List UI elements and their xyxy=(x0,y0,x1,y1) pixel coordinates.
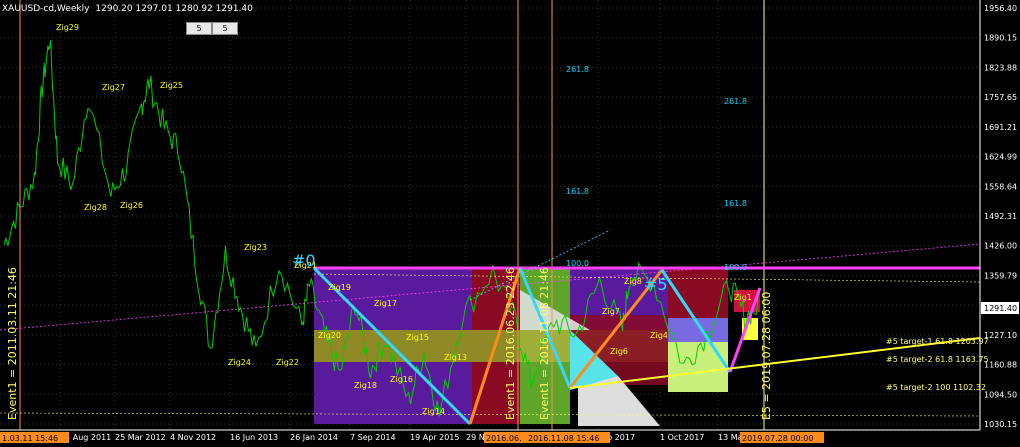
toolbar-button-2[interactable]: 5 xyxy=(212,22,238,35)
ohlc-values: 1290.20 1297.01 1280.92 1291.40 xyxy=(95,4,253,14)
zig-label: Zig18 xyxy=(354,381,377,390)
event-label-1: Event1 = 2011.03.11 21:46 xyxy=(6,267,19,420)
zig-label: Zig7 xyxy=(602,307,620,316)
target-label: #5 target-1 61.8 1203.97 xyxy=(886,337,989,346)
y-axis: 1956.40 1890.15 1823.88 1757.65 1691.21 1624.… xyxy=(984,4,1017,429)
zig-label: Zig24 xyxy=(228,358,251,367)
x-tick-label: 4 Nov 2012 xyxy=(170,433,216,442)
y-tick-label: 1757.65 xyxy=(984,93,1017,102)
fib-label: 261.8 xyxy=(566,65,589,74)
y-tick-label: 1359.79 xyxy=(984,271,1017,280)
x-tick-label: 7 Sep 2014 xyxy=(350,433,396,442)
zig-label: Zig16 xyxy=(390,375,413,384)
zig-label: Zig19 xyxy=(328,283,351,292)
y-tick-label: 1956.40 xyxy=(984,4,1017,13)
y-tick-label: 1030.15 xyxy=(984,420,1017,429)
event-label-2: Event1 = 2016.06.23 22:46 xyxy=(504,267,517,420)
event-label-4: E5 = 2019.07.28 06:00 xyxy=(760,292,773,420)
y-tick-label: 1227.10 xyxy=(984,331,1017,340)
x-tick-label: 25 Mar 2012 xyxy=(115,433,166,442)
x-highlight-label: 2019.07.28 00:00 xyxy=(742,434,813,443)
fib-label: 161.8 xyxy=(566,187,589,196)
pattern-label-5: #5 xyxy=(644,275,668,294)
y-tick-label: 1691.21 xyxy=(984,123,1017,132)
zig-label: Zig28 xyxy=(84,203,107,212)
y-tick-label: 1160.88 xyxy=(984,361,1017,370)
zig-label: Zig1 xyxy=(734,293,752,302)
x-axis: 14 Aug 2011 25 Mar 2012 4 Nov 2012 16 Jun 2… xyxy=(0,432,824,443)
x-tick-label: 1 Oct 2017 xyxy=(660,433,704,442)
x-tick-label: 19 Apr 2015 xyxy=(410,433,459,442)
fib-label: 161.8 xyxy=(724,199,747,208)
zig-label: Zig13 xyxy=(444,353,467,362)
zig-label: Zig8 xyxy=(624,277,642,286)
zig-label: Zig25 xyxy=(160,81,183,90)
y-tick-label: 1823.88 xyxy=(984,63,1017,72)
x-tick-label: 29 N xyxy=(466,433,485,442)
symbol-title: XAUUSD-cd,Weekly xyxy=(2,4,90,14)
y-tick-label: 1094.50 xyxy=(984,390,1017,399)
fib-label: 261.8 xyxy=(724,97,747,106)
toolbar-button-1[interactable]: 5 xyxy=(186,22,212,35)
fib-label: 100.0 xyxy=(724,263,747,272)
event-label-3: Event1 = 2016.11.08 21:46 xyxy=(538,267,551,420)
zig-label: Zig22 xyxy=(276,358,299,367)
target-label: #5 target-2 61.8 1163.75 xyxy=(886,355,989,364)
y-tick-label: 1426.00 xyxy=(984,242,1017,251)
fib-label: 100.0 xyxy=(566,259,589,268)
zig-label: Zig27 xyxy=(102,83,125,92)
zig-label: Zig14 xyxy=(422,407,445,416)
y-tick-label: 1890.15 xyxy=(984,34,1017,43)
zig-label: Zig15 xyxy=(406,333,429,342)
target-label: #5 target-2 100 1102.32 xyxy=(886,383,986,392)
current-price-label: 1291.40 xyxy=(984,304,1017,313)
zig-label: Zig17 xyxy=(374,299,397,308)
zig-label: Zig4 xyxy=(650,331,668,340)
pattern-label-0: #0 xyxy=(292,251,316,270)
x-highlight-label: 2016.06. xyxy=(486,434,522,443)
zig-label: Zig6 xyxy=(610,347,628,356)
zig-label: Zig29 xyxy=(56,23,79,32)
x-tick-label: 26 Jan 2014 xyxy=(290,433,338,442)
y-tick-label: 1492.31 xyxy=(984,212,1017,221)
zig-label: Zig23 xyxy=(244,243,267,252)
zig-label: Zig26 xyxy=(120,201,143,210)
chart-header: XAUUSD-cd,Weekly 1290.20 1297.01 1280.92… xyxy=(2,2,253,16)
x-tick-label: 16 Jun 2013 xyxy=(230,433,278,442)
zig-label: Zig20 xyxy=(318,331,341,340)
x-highlight-label: 1.03.11 15:46 xyxy=(2,434,58,443)
x-highlight-label: 2016.11.08 15:46 xyxy=(528,434,599,443)
y-tick-label: 1558.64 xyxy=(984,182,1017,191)
y-tick-label: 1624.99 xyxy=(984,153,1017,162)
price-chart[interactable]: Event1 = 2011.03.11 21:46 Event1 = 2016.… xyxy=(0,0,1020,447)
